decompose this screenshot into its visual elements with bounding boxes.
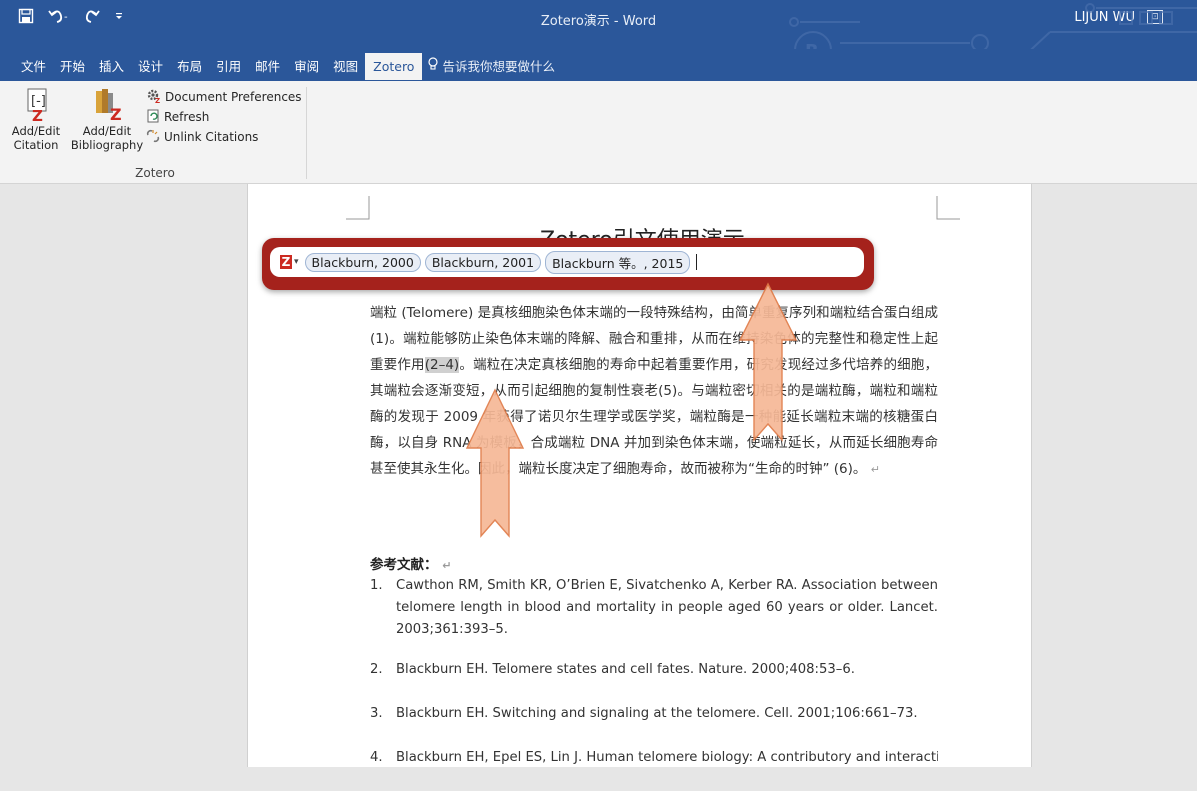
unlink-citations-button[interactable]: Unlink Citations xyxy=(146,127,302,147)
unlink-citations-label: Unlink Citations xyxy=(164,130,259,144)
annotation-arrow-up-icon xyxy=(738,282,798,442)
ribbon-tabs-bar: 文件 开始 插入 设计 布局 引用 邮件 审阅 视图 Zotero 告诉我你想要… xyxy=(0,49,1197,81)
tab-design[interactable]: 设计 xyxy=(131,52,170,79)
references-heading: 参考文献： ↵ xyxy=(370,553,451,573)
add-edit-citation-button[interactable]: [-] Z Add/Edit Citation xyxy=(4,86,68,152)
svg-text:Z: Z xyxy=(32,107,43,122)
tell-me-text: 告诉我你想要做什么 xyxy=(442,59,555,74)
tab-view[interactable]: 视图 xyxy=(326,52,365,79)
reference-number: 2. xyxy=(370,662,383,677)
citation-bubble[interactable]: Blackburn 等。, 2015 xyxy=(545,250,691,274)
tab-references[interactable]: 引用 xyxy=(209,52,248,79)
citation-bubble[interactable]: Blackburn, 2000 xyxy=(304,252,421,272)
add-edit-citation-label-2: Citation xyxy=(13,138,59,152)
reference-item[interactable]: 3. Blackburn EH. Switching and signaling… xyxy=(370,703,938,725)
paragraph-mark-icon: ↵ xyxy=(870,463,880,476)
ribbon-group-separator xyxy=(306,87,307,179)
chevron-down-icon[interactable]: ▾ xyxy=(294,257,299,267)
window-title: Zotero演示 - Word xyxy=(540,14,657,29)
body-paragraph[interactable]: 端粒 (Telomere) 是真核细胞染色体末端的一段特殊结构，由简单重复序列和… xyxy=(370,300,938,483)
ribbon-small-buttons: Z Document Preferences Refresh Unlink Ci… xyxy=(146,87,302,147)
citation-bubble[interactable]: Blackburn, 2001 xyxy=(424,252,542,272)
tab-home[interactable]: 开始 xyxy=(53,52,92,79)
gear-icon: Z xyxy=(146,88,161,106)
add-edit-citation-label-1: Add/Edit xyxy=(11,124,61,138)
svg-text:Z: Z xyxy=(155,97,160,103)
reference-list: 1. Cawthon RM, Smith KR, O’Brien E, Siva… xyxy=(370,575,938,791)
add-citation-icon: [-] Z xyxy=(4,86,68,125)
tell-me-box[interactable]: 告诉我你想要做什么 xyxy=(428,56,555,75)
tab-insert[interactable]: 插入 xyxy=(92,52,131,79)
add-edit-bibliography-label-2: Bibliography xyxy=(70,138,144,152)
svg-text:Z: Z xyxy=(110,105,122,122)
document-preferences-label: Document Preferences xyxy=(165,90,302,104)
references-heading-text: 参考文献： xyxy=(370,557,438,573)
tab-file[interactable]: 文件 xyxy=(14,52,53,79)
reference-text: Blackburn EH. Telomere states and cell f… xyxy=(396,662,855,677)
paragraph-mark-icon: ↵ xyxy=(442,559,452,572)
text-cursor xyxy=(696,254,698,270)
zotero-ribbon: [-] Z Add/Edit Citation Z Add/Edit Biblio… xyxy=(0,81,1197,184)
refresh-label: Refresh xyxy=(164,110,210,124)
reference-item[interactable]: 2. Blackburn EH. Telomere states and cel… xyxy=(370,659,938,681)
tab-layout[interactable]: 布局 xyxy=(170,52,209,79)
reference-number: 1. xyxy=(370,578,383,593)
page-corner-mark-left xyxy=(346,196,370,220)
document-preferences-button[interactable]: Z Document Preferences xyxy=(146,87,302,107)
unlink-icon xyxy=(146,129,160,146)
reference-item[interactable]: 4. Blackburn EH, Epel ES, Lin J. Human t… xyxy=(370,747,938,769)
title-bar: - Zotero演示 - Word LIJUN WU ⊡ xyxy=(0,0,1197,49)
add-edit-bibliography-label-1: Add/Edit xyxy=(82,124,132,138)
reference-text: Cawthon RM, Smith KR, O’Brien E, Sivatch… xyxy=(396,578,938,637)
refresh-icon xyxy=(146,109,160,126)
add-edit-bibliography-button[interactable]: Z Add/Edit Bibliography xyxy=(68,86,146,152)
user-name[interactable]: LIJUN WU xyxy=(1074,10,1135,25)
reference-text: Blackburn EH. Switching and signaling at… xyxy=(396,706,918,721)
paragraph-text-after-highlight: 。端粒在决定真核细胞的寿命中起着重要作用，研究发现经过多代培养的细胞，其端粒会逐… xyxy=(370,357,939,477)
citation-search-input[interactable]: Z ▾ Blackburn, 2000 Blackburn, 2001 Blac… xyxy=(270,247,864,277)
reference-text: Blackburn EH, Epel ES, Lin J. Human telo… xyxy=(396,750,938,765)
add-bibliography-icon: Z xyxy=(68,86,146,124)
page-corner-mark-right xyxy=(936,196,960,220)
reference-number: 3. xyxy=(370,706,383,721)
highlighted-citation[interactable]: (2–4) xyxy=(424,357,460,373)
ribbon-group-label: Zotero xyxy=(135,166,175,180)
ribbon-display-options-icon[interactable]: ⊡ xyxy=(1147,10,1163,24)
reference-number: 4. xyxy=(370,750,383,765)
tab-review[interactable]: 审阅 xyxy=(287,52,326,79)
annotation-arrow-up-icon xyxy=(465,388,525,538)
lightbulb-icon xyxy=(428,57,439,74)
tab-mailings[interactable]: 邮件 xyxy=(248,52,287,79)
tab-zotero[interactable]: Zotero xyxy=(365,53,423,80)
reference-item[interactable]: 1. Cawthon RM, Smith KR, O’Brien E, Siva… xyxy=(370,575,938,641)
zotero-logo-icon[interactable]: Z xyxy=(280,255,292,269)
refresh-button[interactable]: Refresh xyxy=(146,107,302,127)
